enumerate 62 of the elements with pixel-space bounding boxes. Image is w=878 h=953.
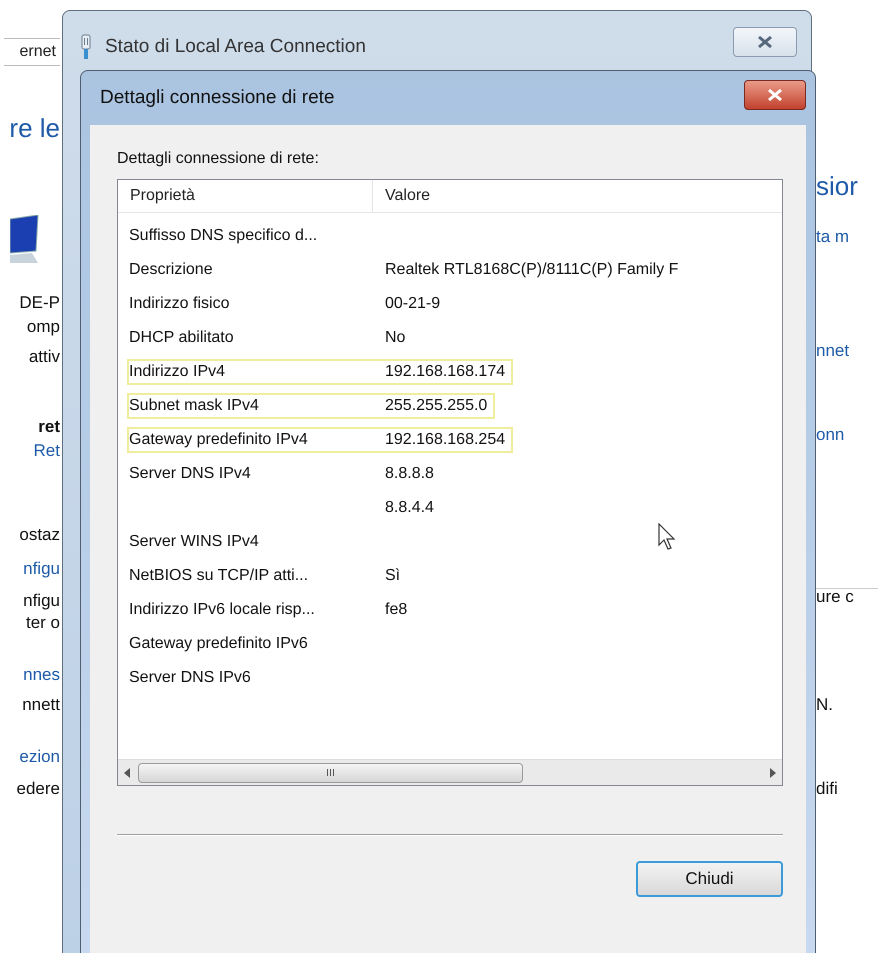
value-cell-text: 00-21-9 [385,294,440,314]
link[interactable]: nfigu [23,558,60,580]
close-button[interactable] [733,27,797,57]
body-text: DE-P [19,292,60,314]
window-title: Stato di Local Area Connection [105,34,367,59]
value-cell-text: Realtek RTL8168C(P)/8111C(P) Family F [385,260,678,280]
link[interactable]: Ret [34,440,60,462]
body-text: ter o [26,612,60,634]
property-cell: Server WINS IPv4 [129,533,259,550]
body-text: nnett [22,694,60,716]
property-cell: Server DNS IPv6 [129,669,251,686]
address-field[interactable]: ernet [4,38,60,66]
column-header[interactable]: Proprietà [118,180,373,212]
scroll-left-icon[interactable] [124,768,130,778]
close-button[interactable] [744,80,806,110]
body-text: ure c [816,586,854,608]
property-cell: DHCP abilitato [129,329,234,346]
close-icon [757,36,773,48]
column-header[interactable]: Valore [373,180,782,212]
link[interactable]: ezion [19,746,60,768]
property-cell: Suffisso DNS specifico d... [129,227,318,244]
close-dialog-button[interactable]: Chiudi [636,861,783,897]
link[interactable]: ta m [816,226,850,248]
section-heading: re le [9,112,60,144]
section-heading: sior [816,170,858,202]
body-text: omp [26,316,60,338]
link[interactable]: onn [816,424,844,446]
property-cell: Subnet mask IPv4 [129,397,259,414]
network-plug-icon [79,34,93,60]
property-cell: Indirizzo fisico [129,295,230,312]
body-text: edere [16,778,60,800]
value-cell-text: No [385,328,406,348]
section-title: ret [38,416,60,438]
value-cell-text: 192.168.168.254 [385,430,506,450]
value-cell-text: 8.8.8.8 [385,464,434,484]
body-text: attiv [28,346,60,368]
value-cell-text: 192.168.168.174 [385,362,506,382]
link[interactable]: nnet [816,340,850,362]
list-label: Dettagli connessione di rete: [117,149,319,169]
body-text: difi [816,778,838,800]
window-title: Dettagli connessione di rete [100,86,336,110]
body-text: nfigu [23,590,60,612]
value-cell-text: 8.8.4.4 [385,498,434,518]
value-cell-text: Sì [385,566,400,586]
value-cell-text: 255.255.255.0 [385,396,488,416]
mouse-cursor-icon [658,523,676,551]
value-cell-text: fe8 [385,600,408,620]
property-cell: Server DNS IPv4 [129,465,251,482]
body-text: ostaz [19,524,60,546]
scroll-right-icon[interactable] [770,768,776,778]
computer-icon [10,215,40,263]
body-text: N. [816,694,833,716]
property-cell: NetBIOS su TCP/IP atti... [129,567,308,584]
link[interactable]: nnes [23,664,60,686]
property-cell: Indirizzo IPv4 [129,363,226,380]
property-cell: Descrizione [129,261,213,278]
horizontal-scrollbar[interactable] [118,759,782,785]
close-icon [767,89,783,101]
scrollbar-thumb[interactable] [138,762,523,782]
property-cell: Indirizzo IPv6 locale risp... [129,601,315,618]
property-cell: Gateway predefinito IPv6 [129,635,308,652]
property-cell: Gateway predefinito IPv4 [129,431,308,448]
